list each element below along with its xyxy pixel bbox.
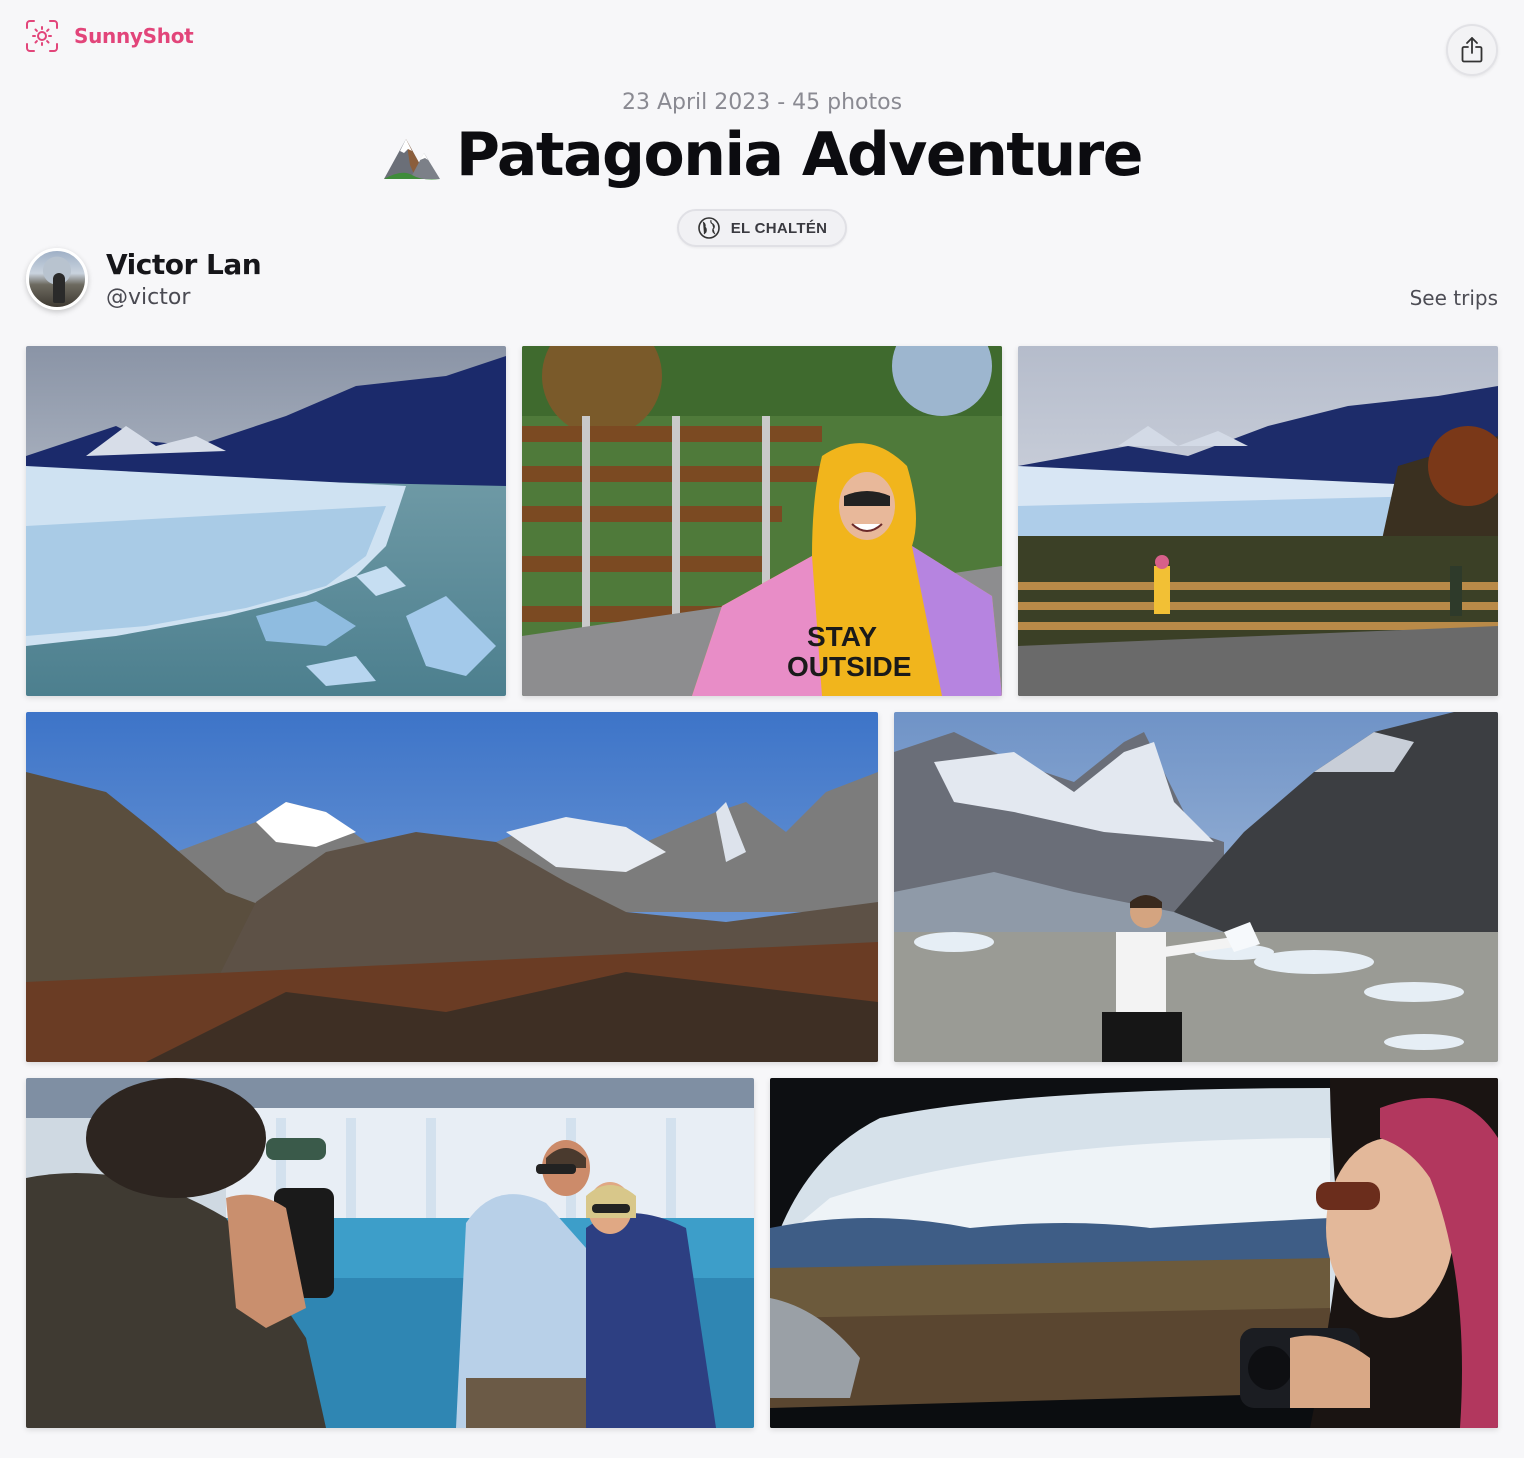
brand-logo[interactable]: SunnyShot — [24, 18, 194, 54]
globe-icon — [697, 217, 720, 239]
sun-camera-icon — [26, 20, 58, 52]
photo-man-with-ice[interactable] — [894, 712, 1498, 1062]
photo-couple-at-glacier[interactable] — [26, 1078, 754, 1428]
share-icon — [1461, 37, 1483, 63]
avatar[interactable] — [26, 248, 88, 310]
location-pill[interactable]: EL CHALTÉN — [677, 209, 847, 247]
photo-car-window-view[interactable] — [770, 1078, 1498, 1428]
share-button[interactable] — [1446, 24, 1498, 76]
location-label: EL CHALTÉN — [730, 219, 828, 237]
author-name: Victor Lan — [106, 248, 262, 281]
photo-glacier-wide[interactable] — [26, 346, 506, 696]
photo-glacier-boardwalk[interactable] — [1018, 346, 1498, 696]
author-handle: @victor — [106, 285, 191, 310]
photo-mountain-range[interactable] — [26, 712, 878, 1062]
trip-meta: 23 April 2023 - 45 photos — [621, 90, 903, 115]
svg-text:OUTSIDE: OUTSIDE — [787, 651, 911, 682]
title-row: Patagonia Adventure — [0, 120, 1524, 190]
author-block[interactable]: Victor Lan @victor — [26, 248, 262, 310]
see-trips-link[interactable]: See trips — [1410, 286, 1498, 310]
photo-woman-yellow-hoodie[interactable]: STAY OUTSIDE — [522, 346, 1002, 696]
svg-text:STAY: STAY — [807, 621, 877, 652]
mountain-emoji — [384, 139, 441, 180]
page-title: Patagonia Adventure — [456, 120, 1143, 190]
brand-name: SunnyShot — [74, 24, 194, 48]
